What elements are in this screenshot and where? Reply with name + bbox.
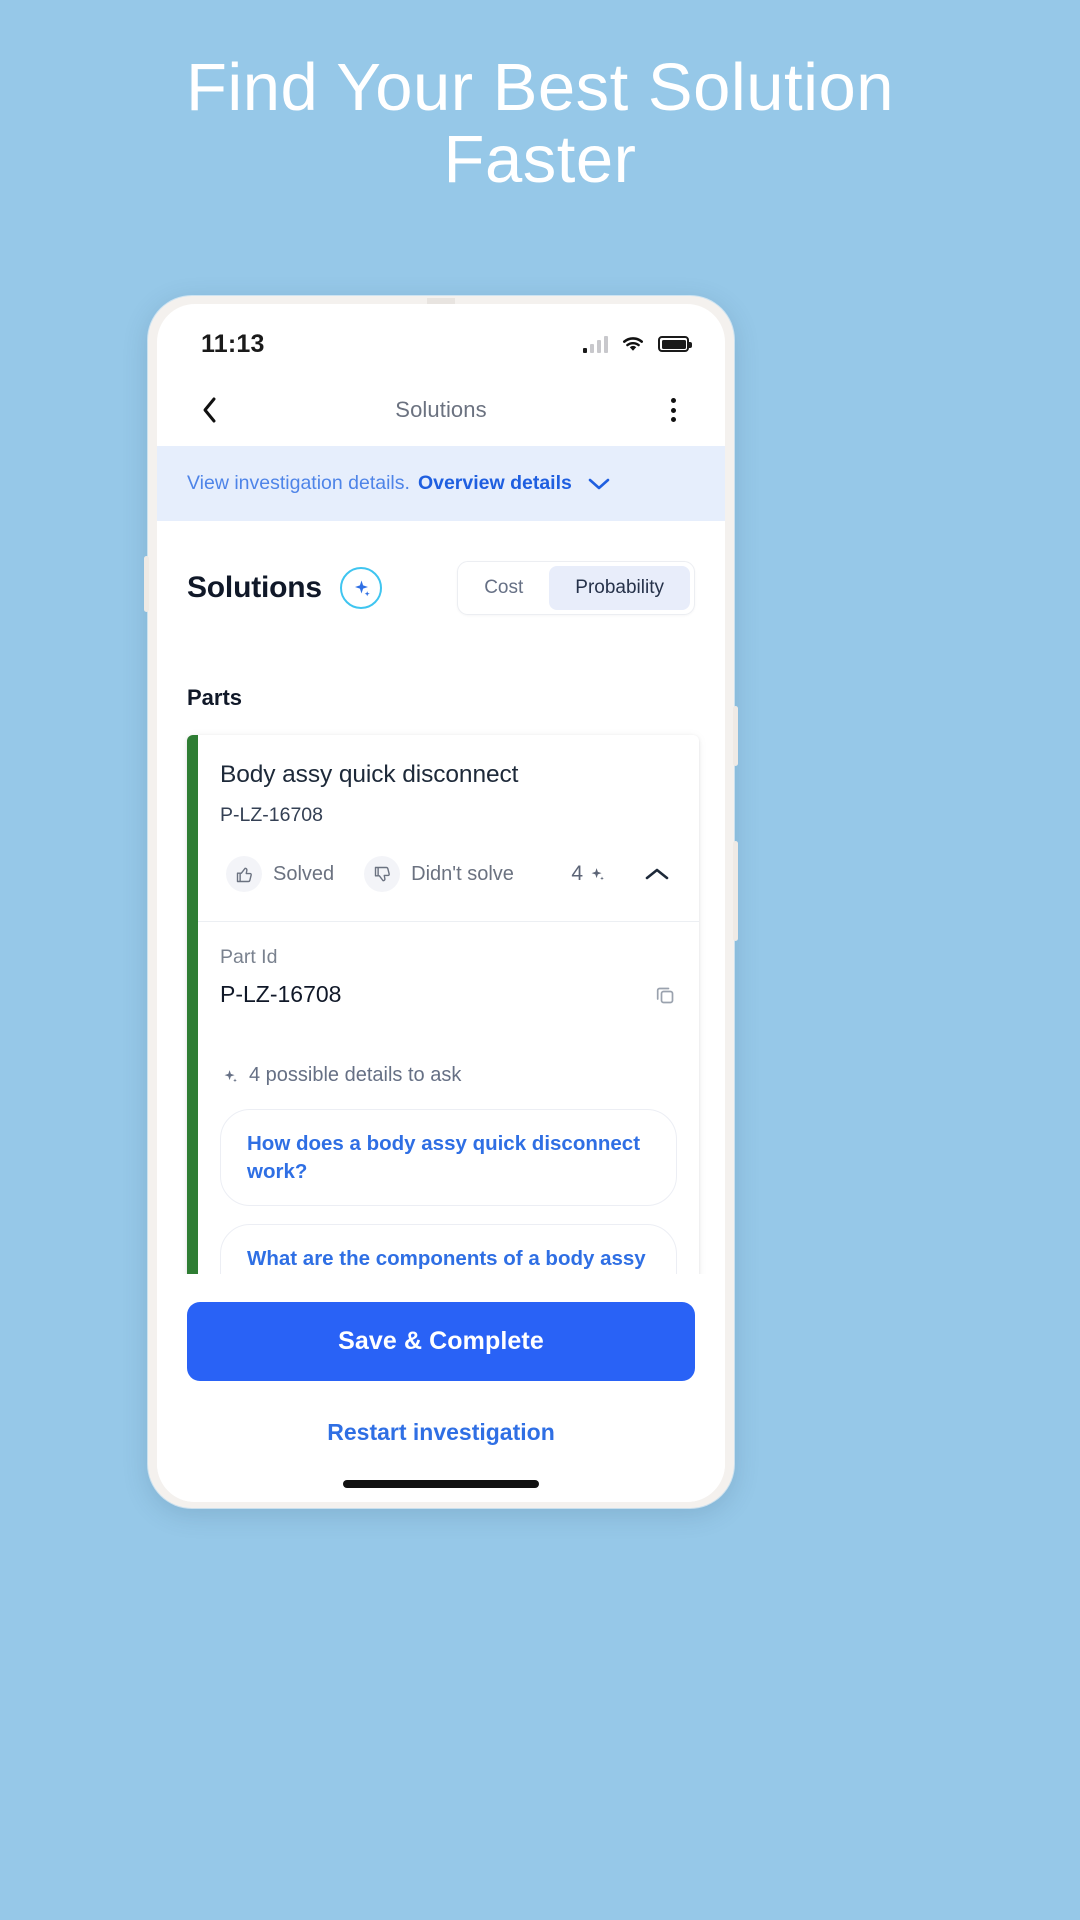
copy-button[interactable] [653,983,677,1007]
parts-section-label: Parts [187,685,243,710]
solutions-content: Solutions Cost Probability Parts Body as… [157,521,725,1274]
thumbs-up-icon [226,856,262,892]
collapse-card-button[interactable] [635,852,679,896]
phone-screen: 11:13 Solutions View investigation detai… [157,304,725,1502]
phone-power-button [733,841,738,941]
status-time: 11:13 [201,329,265,358]
marketing-headline: Find Your Best Solution Faster [185,50,895,197]
status-icon-group [582,335,692,353]
suggested-question-chip[interactable]: What are the components of a body assy q… [220,1224,677,1274]
suggested-question-chip[interactable]: How does a body assy quick disconnect wo… [220,1109,677,1207]
save-and-complete-button[interactable]: Save & Complete [187,1302,695,1381]
suggested-questions: How does a body assy quick disconnect wo… [198,1087,699,1274]
cost-probability-toggle[interactable]: Cost Probability [457,561,695,615]
solutions-header-row: Solutions Cost Probability [157,521,725,615]
toggle-option-cost[interactable]: Cost [458,562,549,614]
part-id-value: P-LZ-16708 [220,981,342,1007]
sparkle-ai-icon [220,1066,240,1086]
part-name: Body assy quick disconnect [220,761,519,788]
ai-detail-count[interactable]: 4 [571,862,611,886]
home-indicator [343,1480,539,1488]
page-title: Solutions [395,397,487,422]
part-card[interactable]: Body assy quick disconnect P-LZ-16708 So… [187,735,699,1274]
chevron-down-icon[interactable] [588,477,610,491]
sparkle-ai-icon[interactable] [339,567,382,609]
restart-investigation-button[interactable]: Restart investigation [187,1381,695,1446]
footer-actions: Save & Complete Restart investigation [157,1274,725,1502]
possible-details-text: 4 possible details to ask [249,1064,462,1086]
investigation-details-banner[interactable]: View investigation details. Overview det… [157,446,725,521]
part-card-actions: Solved Didn't solve 4 [198,827,699,921]
ai-count-value: 4 [571,862,583,885]
copy-icon [656,987,674,1003]
wifi-icon [621,335,645,353]
thumbs-down-icon [364,856,401,892]
part-id-value-row: P-LZ-16708 [220,981,677,1008]
card-status-accent [187,735,198,1274]
solved-button[interactable]: Solved [218,849,346,899]
didnt-solve-button[interactable]: Didn't solve [356,849,526,899]
battery-full-icon [658,336,692,352]
part-id-detail: Part Id P-LZ-16708 [198,922,699,1024]
overview-details-link[interactable]: Overview details [418,472,572,495]
part-card-header: Body assy quick disconnect P-LZ-16708 [198,735,699,827]
chevron-up-icon [645,868,669,880]
status-bar: 11:13 [157,304,725,374]
part-id-label: Part Id [220,946,278,968]
phone-volume-button [733,706,738,766]
banner-text: View investigation details. [187,472,410,494]
phone-mockup: 11:13 Solutions View investigation detai… [144,296,738,1508]
solutions-heading: Solutions [187,571,322,604]
part-number: P-LZ-16708 [220,804,323,826]
toggle-option-probability[interactable]: Probability [549,566,690,610]
sparkle-ai-icon [587,864,607,884]
possible-details-row: 4 possible details to ask [198,1024,699,1087]
signal-bars-icon [582,335,608,353]
part-card-body: Body assy quick disconnect P-LZ-16708 So… [198,735,699,1274]
didnt-solve-label: Didn't solve [411,862,514,885]
app-header: Solutions [157,374,725,446]
solved-label: Solved [273,862,335,885]
phone-side-button-left [144,556,149,612]
